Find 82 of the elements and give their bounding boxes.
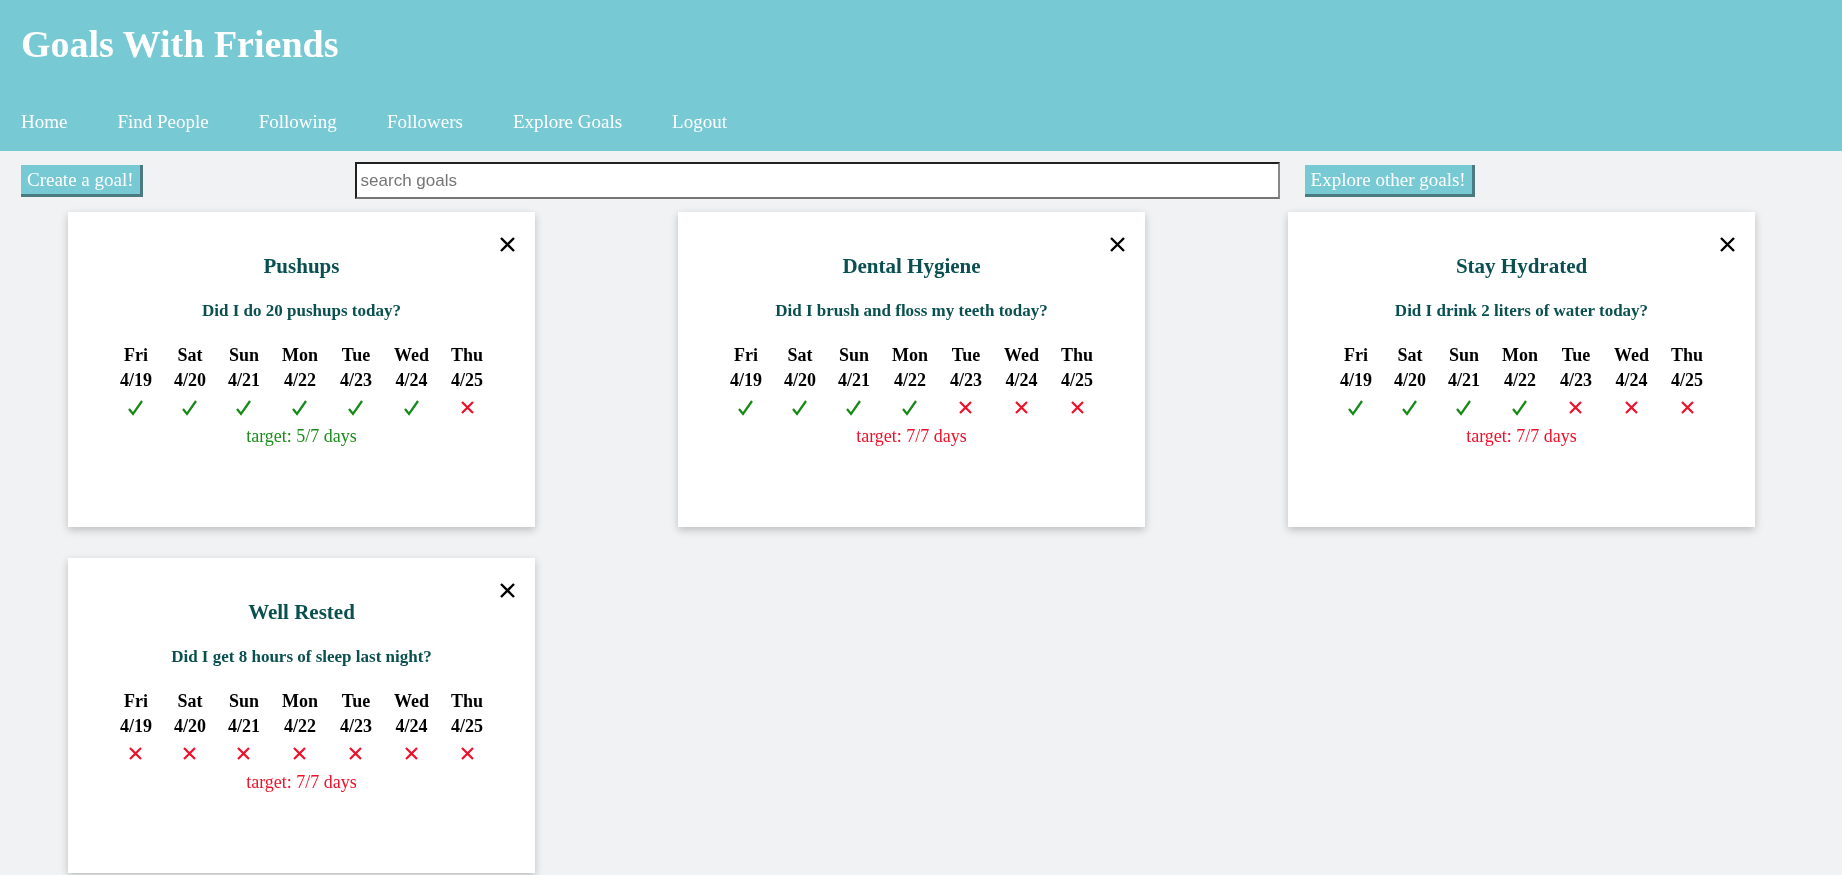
date-label: 4/20 (173, 370, 206, 391)
day-label: Thu (1061, 345, 1094, 366)
day-label: Mon (282, 345, 318, 366)
search-field[interactable]: search goals (354, 162, 1280, 199)
target-text: target: 7/7 days (246, 772, 357, 793)
date-label: 4/20 (783, 370, 816, 391)
explore-goals-button[interactable]: Explore other goals! (1304, 164, 1475, 197)
date-label: 4/19 (729, 370, 762, 391)
day-label: Fri (1343, 345, 1368, 366)
day-label: Mon (892, 345, 928, 366)
date-label: 4/21 (227, 370, 260, 391)
day-label: Sat (1397, 345, 1423, 366)
day-label: Tue (341, 345, 371, 366)
date-label: 4/23 (950, 370, 982, 391)
date-label: 4/25 (1061, 370, 1094, 391)
date-label: 4/19 (119, 716, 152, 737)
day-label: Tue (1561, 345, 1591, 366)
nav-link[interactable]: Followers (386, 111, 463, 133)
nav-link[interactable]: Following (258, 111, 337, 133)
day-label: Sun (838, 345, 869, 366)
day-label: Sat (177, 691, 203, 712)
goal-title: Well Rested (248, 600, 355, 625)
date-label: 4/25 (451, 716, 484, 737)
date-label: 4/21 (837, 370, 870, 391)
date-label: 4/23 (1560, 370, 1592, 391)
day-label: Wed (1004, 345, 1039, 366)
day-label: Fri (123, 691, 148, 712)
date-label: 4/24 (395, 716, 428, 737)
day-label: Sun (228, 691, 259, 712)
target-text: target: 7/7 days (1466, 426, 1577, 447)
date-label: 4/21 (1447, 370, 1480, 391)
goal-title: Dental Hygiene (842, 254, 981, 279)
day-label: Sat (787, 345, 813, 366)
day-label: Thu (1671, 345, 1704, 366)
create-goal-button[interactable]: Create a goal! (21, 164, 143, 197)
goal-title: Stay Hydrated (1455, 254, 1588, 279)
day-label: Mon (282, 691, 318, 712)
app-title: Goals With Friends (21, 22, 340, 66)
day-label: Thu (451, 345, 484, 366)
day-label: Thu (451, 691, 484, 712)
date-label: 4/25 (1671, 370, 1704, 391)
date-label: 4/22 (283, 716, 316, 737)
day-label: Fri (123, 345, 148, 366)
nav-link[interactable]: Logout (672, 111, 727, 133)
day-label: Tue (951, 345, 981, 366)
date-label: 4/19 (119, 370, 152, 391)
date-label: 4/23 (340, 370, 372, 391)
date-label: 4/24 (395, 370, 428, 391)
date-label: 4/22 (893, 370, 926, 391)
day-label: Sun (1448, 345, 1479, 366)
date-label: 4/23 (340, 716, 372, 737)
goal-question: Did I drink 2 liters of water today? (1394, 301, 1649, 321)
close-icon[interactable] (1110, 237, 1125, 252)
nav-link[interactable]: Explore Goals (512, 111, 623, 133)
close-icon[interactable] (500, 583, 515, 598)
date-label: 4/22 (283, 370, 316, 391)
target-text: target: 5/7 days (246, 426, 357, 447)
day-label: Mon (1502, 345, 1538, 366)
date-label: 4/21 (227, 716, 260, 737)
date-label: 4/20 (1393, 370, 1426, 391)
nav-link[interactable]: Find People (117, 111, 209, 133)
date-label: 4/25 (451, 370, 484, 391)
goal-question: Did I do 20 pushups today? (202, 301, 401, 321)
close-icon[interactable] (500, 237, 515, 252)
day-label: Wed (394, 691, 429, 712)
day-label: Tue (341, 691, 371, 712)
goal-question: Did I brush and floss my teeth today? (775, 301, 1048, 321)
date-label: 4/22 (1503, 370, 1536, 391)
day-label: Fri (733, 345, 758, 366)
goal-question: Did I get 8 hours of sleep last night? (171, 647, 432, 667)
date-label: 4/24 (1005, 370, 1038, 391)
day-label: Sun (228, 345, 259, 366)
date-label: 4/20 (173, 716, 206, 737)
goal-title: Pushups (263, 254, 340, 279)
nav-link[interactable]: Home (21, 111, 68, 133)
close-icon[interactable] (1720, 237, 1735, 252)
date-label: 4/19 (1339, 370, 1372, 391)
day-label: Wed (1614, 345, 1649, 366)
day-label: Sat (177, 345, 203, 366)
target-text: target: 7/7 days (856, 426, 967, 447)
day-label: Wed (394, 345, 429, 366)
date-label: 4/24 (1615, 370, 1648, 391)
